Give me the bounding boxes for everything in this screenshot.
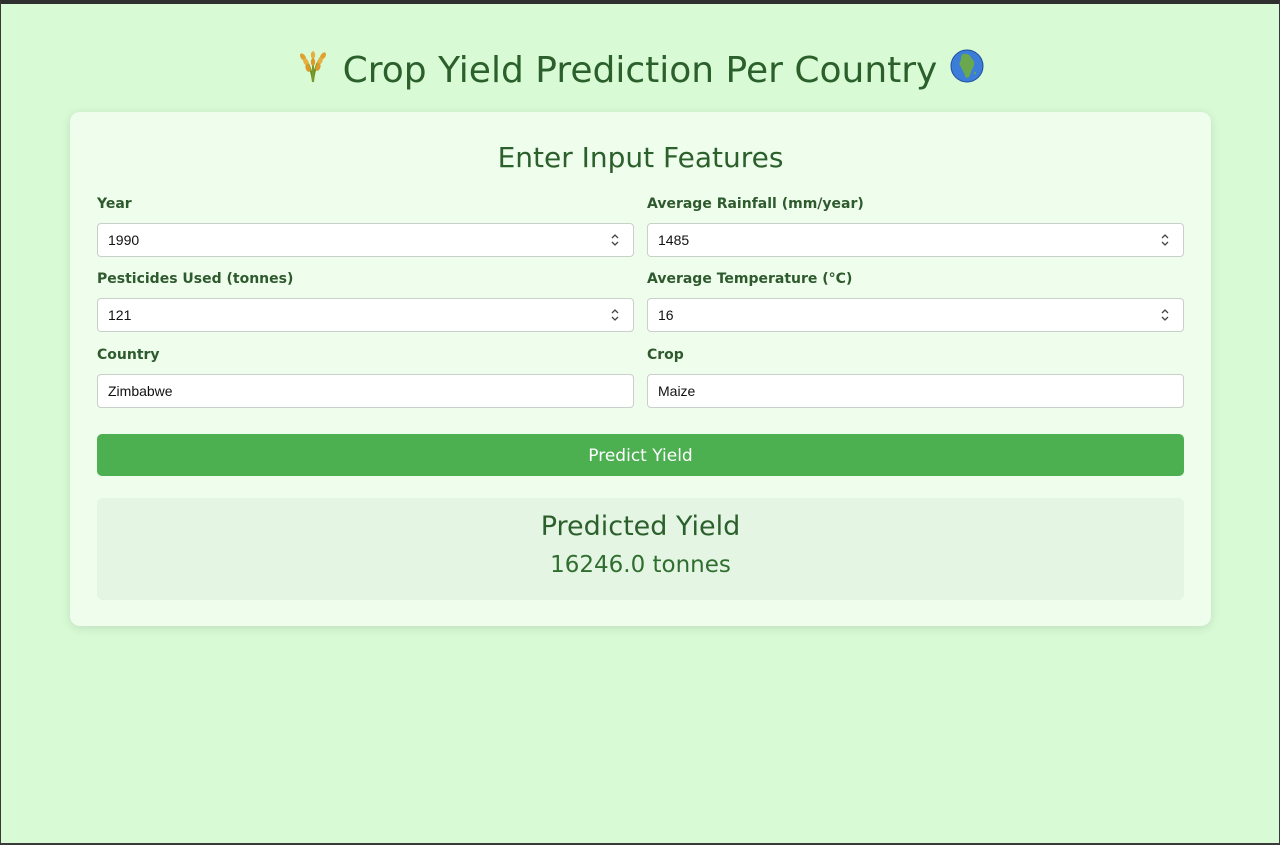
temperature-field-group: Average Temperature (°C) 16 [647, 271, 1184, 332]
year-input[interactable]: 1990 [97, 223, 634, 257]
country-label: Country [97, 347, 160, 363]
temperature-input[interactable]: 16 [647, 298, 1184, 332]
pesticides-stepper-icon[interactable] [611, 308, 619, 322]
crop-value: Maize [658, 383, 696, 399]
year-field-group: Year 1990 [97, 196, 634, 257]
rainfall-value: 1485 [658, 232, 690, 248]
predict-yield-button[interactable]: Predict Yield [97, 434, 1184, 476]
country-value: Zimbabwe [108, 383, 173, 399]
year-stepper-icon[interactable] [611, 233, 619, 247]
country-input[interactable]: Zimbabwe [97, 374, 634, 408]
result-panel: Predicted Yield 16246.0 tonnes [97, 498, 1184, 600]
temperature-stepper-icon[interactable] [1161, 308, 1169, 322]
input-card: Enter Input Features Year 1990 Average R… [70, 112, 1211, 626]
rainfall-stepper-icon[interactable] [1161, 233, 1169, 247]
rainfall-label: Average Rainfall (mm/year) [647, 196, 864, 212]
rice-plant-icon [295, 48, 331, 96]
pesticides-label: Pesticides Used (tonnes) [97, 271, 294, 287]
crop-input[interactable]: Maize [647, 374, 1184, 408]
crop-field-group: Crop Maize [647, 347, 1184, 408]
pesticides-input[interactable]: 121 [97, 298, 634, 332]
year-value: 1990 [108, 232, 140, 248]
page-title: Crop Yield Prediction Per Country [1, 48, 1279, 96]
predicted-yield-value: 16246.0 tonnes [550, 552, 731, 578]
temperature-label: Average Temperature (°C) [647, 271, 853, 287]
globe-africa-icon [949, 48, 985, 96]
form-heading: Enter Input Features [497, 141, 784, 174]
temperature-value: 16 [658, 307, 674, 323]
year-label: Year [97, 196, 132, 212]
rainfall-input[interactable]: 1485 [647, 223, 1184, 257]
country-field-group: Country Zimbabwe [97, 347, 634, 408]
page-title-text: Crop Yield Prediction Per Country [342, 50, 938, 91]
result-heading: Predicted Yield [540, 511, 741, 542]
crop-label: Crop [647, 347, 684, 363]
rainfall-field-group: Average Rainfall (mm/year) 1485 [647, 196, 1184, 257]
pesticides-field-group: Pesticides Used (tonnes) 121 [97, 271, 634, 332]
pesticides-value: 121 [108, 307, 132, 323]
